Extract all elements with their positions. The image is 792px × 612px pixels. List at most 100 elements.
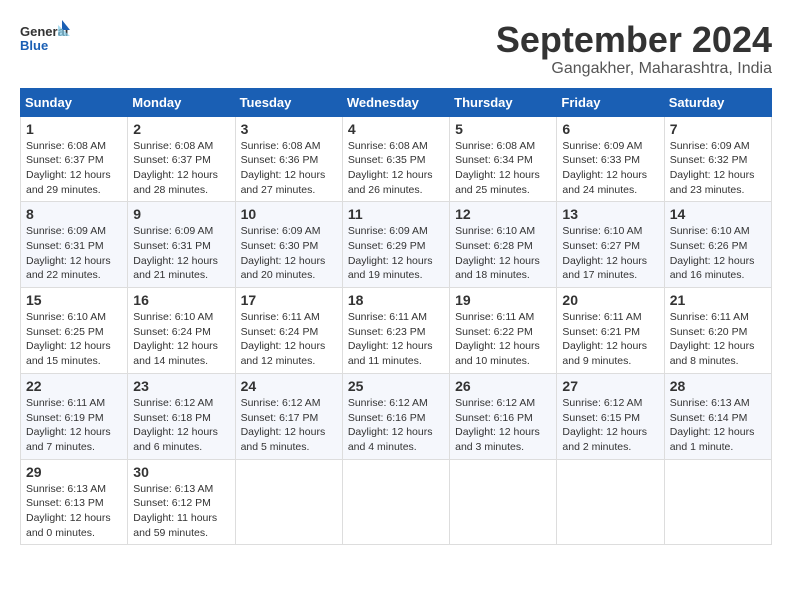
day-info: Sunrise: 6:12 AM Sunset: 6:16 PM Dayligh… (455, 396, 551, 455)
day-number: 17 (241, 292, 337, 308)
sunset-text: Sunset: 6:25 PM (26, 326, 104, 338)
sunset-text: Sunset: 6:12 PM (133, 497, 211, 509)
day-number: 5 (455, 121, 551, 137)
sunrise-text: Sunrise: 6:09 AM (562, 140, 642, 152)
day-number: 15 (26, 292, 122, 308)
table-row: 24 Sunrise: 6:12 AM Sunset: 6:17 PM Dayl… (235, 373, 342, 459)
day-number: 22 (26, 378, 122, 394)
daylight-text: Daylight: 12 hours and 27 minutes. (241, 169, 326, 196)
table-row: 15 Sunrise: 6:10 AM Sunset: 6:25 PM Dayl… (21, 288, 128, 374)
daylight-text: Daylight: 12 hours and 7 minutes. (26, 426, 111, 453)
sunset-text: Sunset: 6:14 PM (670, 412, 748, 424)
title-block: September 2024 Gangakher, Maharashtra, I… (496, 20, 772, 78)
table-row: 20 Sunrise: 6:11 AM Sunset: 6:21 PM Dayl… (557, 288, 664, 374)
daylight-text: Daylight: 11 hours and 59 minutes. (133, 512, 217, 539)
daylight-text: Daylight: 12 hours and 18 minutes. (455, 255, 540, 282)
svg-text:Blue: Blue (20, 38, 48, 53)
sunset-text: Sunset: 6:27 PM (562, 240, 640, 252)
sunrise-text: Sunrise: 6:12 AM (241, 397, 321, 409)
table-row: 9 Sunrise: 6:09 AM Sunset: 6:31 PM Dayli… (128, 202, 235, 288)
sunset-text: Sunset: 6:23 PM (348, 326, 426, 338)
sunrise-text: Sunrise: 6:09 AM (26, 225, 106, 237)
table-row: 23 Sunrise: 6:12 AM Sunset: 6:18 PM Dayl… (128, 373, 235, 459)
sunset-text: Sunset: 6:16 PM (348, 412, 426, 424)
sunset-text: Sunset: 6:30 PM (241, 240, 319, 252)
table-row: 16 Sunrise: 6:10 AM Sunset: 6:24 PM Dayl… (128, 288, 235, 374)
sunset-text: Sunset: 6:20 PM (670, 326, 748, 338)
sunrise-text: Sunrise: 6:08 AM (455, 140, 535, 152)
daylight-text: Daylight: 12 hours and 2 minutes. (562, 426, 647, 453)
table-row: 29 Sunrise: 6:13 AM Sunset: 6:13 PM Dayl… (21, 459, 128, 545)
sunrise-text: Sunrise: 6:11 AM (455, 311, 534, 323)
sunset-text: Sunset: 6:34 PM (455, 154, 533, 166)
day-number: 9 (133, 206, 229, 222)
calendar-body: 1 Sunrise: 6:08 AM Sunset: 6:37 PM Dayli… (21, 116, 772, 545)
sunset-text: Sunset: 6:31 PM (26, 240, 104, 252)
daylight-text: Daylight: 12 hours and 12 minutes. (241, 340, 326, 367)
table-row: 2 Sunrise: 6:08 AM Sunset: 6:37 PM Dayli… (128, 116, 235, 202)
day-info: Sunrise: 6:08 AM Sunset: 6:36 PM Dayligh… (241, 139, 337, 198)
daylight-text: Daylight: 12 hours and 19 minutes. (348, 255, 433, 282)
table-row: 8 Sunrise: 6:09 AM Sunset: 6:31 PM Dayli… (21, 202, 128, 288)
sunrise-text: Sunrise: 6:08 AM (348, 140, 428, 152)
sunset-text: Sunset: 6:32 PM (670, 154, 748, 166)
table-row: 5 Sunrise: 6:08 AM Sunset: 6:34 PM Dayli… (450, 116, 557, 202)
day-number: 30 (133, 464, 229, 480)
sunset-text: Sunset: 6:24 PM (133, 326, 211, 338)
calendar-week: 22 Sunrise: 6:11 AM Sunset: 6:19 PM Dayl… (21, 373, 772, 459)
sunrise-text: Sunrise: 6:09 AM (133, 225, 213, 237)
day-info: Sunrise: 6:12 AM Sunset: 6:17 PM Dayligh… (241, 396, 337, 455)
day-number: 13 (562, 206, 658, 222)
daylight-text: Daylight: 12 hours and 10 minutes. (455, 340, 540, 367)
day-info: Sunrise: 6:09 AM Sunset: 6:30 PM Dayligh… (241, 224, 337, 283)
sunrise-text: Sunrise: 6:08 AM (26, 140, 106, 152)
sunrise-text: Sunrise: 6:12 AM (348, 397, 428, 409)
table-row: 22 Sunrise: 6:11 AM Sunset: 6:19 PM Dayl… (21, 373, 128, 459)
day-number: 4 (348, 121, 444, 137)
sunrise-text: Sunrise: 6:11 AM (241, 311, 320, 323)
logo: General Blue (20, 20, 70, 62)
day-number: 29 (26, 464, 122, 480)
table-row: 27 Sunrise: 6:12 AM Sunset: 6:15 PM Dayl… (557, 373, 664, 459)
col-saturday: Saturday (664, 88, 771, 116)
daylight-text: Daylight: 12 hours and 9 minutes. (562, 340, 647, 367)
day-number: 12 (455, 206, 551, 222)
sunrise-text: Sunrise: 6:10 AM (455, 225, 535, 237)
sunrise-text: Sunrise: 6:13 AM (26, 483, 106, 495)
calendar-week: 1 Sunrise: 6:08 AM Sunset: 6:37 PM Dayli… (21, 116, 772, 202)
day-number: 16 (133, 292, 229, 308)
day-number: 6 (562, 121, 658, 137)
table-row: 13 Sunrise: 6:10 AM Sunset: 6:27 PM Dayl… (557, 202, 664, 288)
day-info: Sunrise: 6:09 AM Sunset: 6:31 PM Dayligh… (26, 224, 122, 283)
sunset-text: Sunset: 6:37 PM (133, 154, 211, 166)
table-row: 17 Sunrise: 6:11 AM Sunset: 6:24 PM Dayl… (235, 288, 342, 374)
day-number: 1 (26, 121, 122, 137)
table-row: 3 Sunrise: 6:08 AM Sunset: 6:36 PM Dayli… (235, 116, 342, 202)
day-info: Sunrise: 6:11 AM Sunset: 6:22 PM Dayligh… (455, 310, 551, 369)
day-number: 19 (455, 292, 551, 308)
table-row: 4 Sunrise: 6:08 AM Sunset: 6:35 PM Dayli… (342, 116, 449, 202)
daylight-text: Daylight: 12 hours and 4 minutes. (348, 426, 433, 453)
day-info: Sunrise: 6:09 AM Sunset: 6:31 PM Dayligh… (133, 224, 229, 283)
day-info: Sunrise: 6:11 AM Sunset: 6:19 PM Dayligh… (26, 396, 122, 455)
calendar-header: Sunday Monday Tuesday Wednesday Thursday… (21, 88, 772, 116)
sunrise-text: Sunrise: 6:12 AM (562, 397, 642, 409)
day-number: 20 (562, 292, 658, 308)
table-row: 11 Sunrise: 6:09 AM Sunset: 6:29 PM Dayl… (342, 202, 449, 288)
sunrise-text: Sunrise: 6:12 AM (133, 397, 213, 409)
day-info: Sunrise: 6:10 AM Sunset: 6:25 PM Dayligh… (26, 310, 122, 369)
daylight-text: Daylight: 12 hours and 15 minutes. (26, 340, 111, 367)
col-friday: Friday (557, 88, 664, 116)
logo-svg: General Blue (20, 20, 70, 62)
day-info: Sunrise: 6:11 AM Sunset: 6:21 PM Dayligh… (562, 310, 658, 369)
sunset-text: Sunset: 6:17 PM (241, 412, 319, 424)
sunset-text: Sunset: 6:19 PM (26, 412, 104, 424)
table-row: 10 Sunrise: 6:09 AM Sunset: 6:30 PM Dayl… (235, 202, 342, 288)
sunset-text: Sunset: 6:36 PM (241, 154, 319, 166)
table-row: 1 Sunrise: 6:08 AM Sunset: 6:37 PM Dayli… (21, 116, 128, 202)
col-tuesday: Tuesday (235, 88, 342, 116)
daylight-text: Daylight: 12 hours and 26 minutes. (348, 169, 433, 196)
location: Gangakher, Maharashtra, India (496, 60, 772, 78)
day-number: 7 (670, 121, 766, 137)
sunrise-text: Sunrise: 6:09 AM (670, 140, 750, 152)
